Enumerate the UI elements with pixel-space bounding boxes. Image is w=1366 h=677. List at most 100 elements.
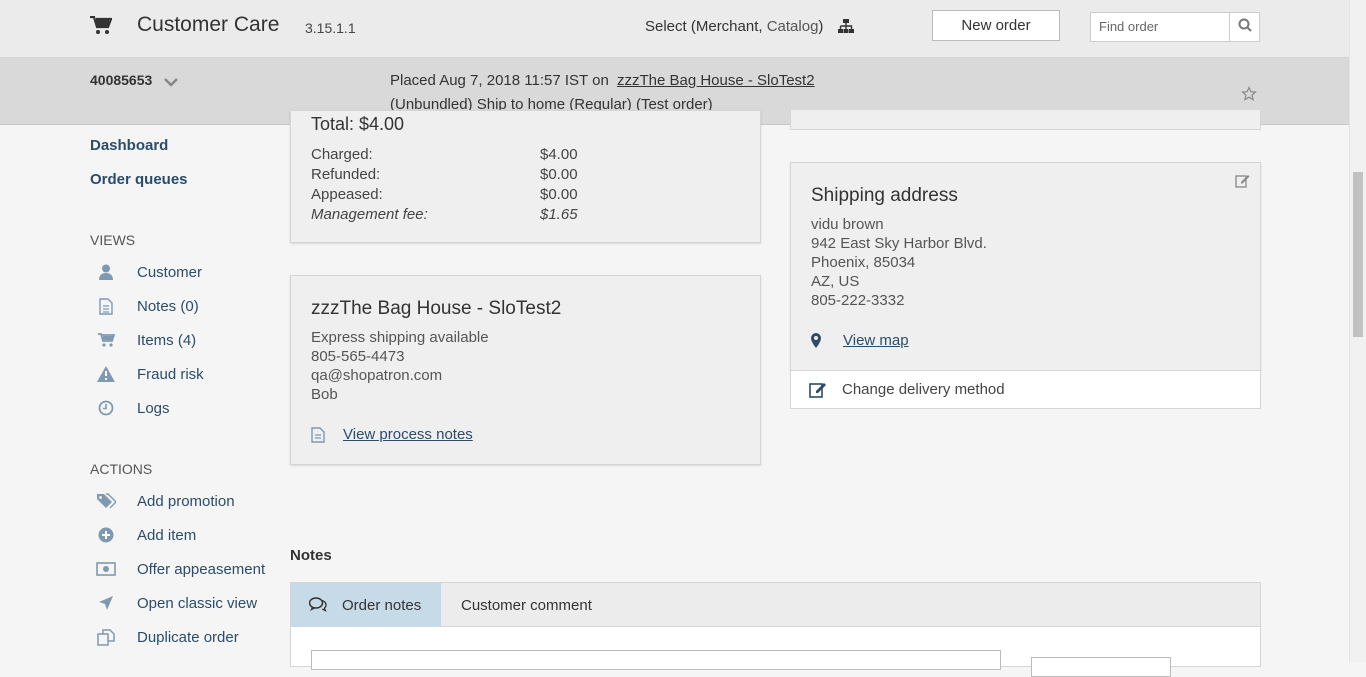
totals-value: $0.00 [540, 186, 578, 203]
select-catalog: Catalog [766, 18, 819, 35]
comments-icon [308, 597, 327, 613]
sidebar-item-fraud-risk[interactable]: Fraud risk [90, 362, 280, 386]
tab-label: Order notes [342, 596, 422, 614]
cart-icon[interactable] [90, 15, 113, 36]
shipping-title: Shipping address [811, 185, 958, 206]
sidebar-item-add-promotion[interactable]: Add promotion [90, 489, 280, 513]
note-textarea[interactable] [311, 650, 1001, 670]
money-icon [96, 560, 116, 578]
tags-icon [96, 492, 116, 510]
note-submit-button[interactable] [1031, 657, 1171, 677]
select-prefix: Select (Merchant, [645, 18, 767, 35]
views-heading: VIEWS [90, 232, 136, 248]
sidebar-item-duplicate-order[interactable]: Duplicate order [90, 625, 280, 649]
select-suffix: ) [818, 18, 824, 35]
change-delivery-label: Change delivery method [842, 381, 1005, 398]
shipping-city-zip: Phoenix, 85034 [811, 254, 916, 271]
sidebar-item-label: Duplicate order [137, 628, 239, 646]
top-bar: Customer Care 3.15.1.1 Select (Merchant,… [0, 0, 1349, 58]
view-map-link[interactable]: View map [843, 332, 909, 349]
merchant-shipping-note: Express shipping available [311, 329, 489, 346]
sidebar-item-items[interactable]: Items (4) [90, 328, 280, 352]
edit-icon[interactable] [1235, 173, 1250, 188]
tab-order-notes[interactable]: Order notes [291, 583, 441, 627]
totals-row-charged: Charged: $4.00 [311, 146, 611, 163]
sidebar-item-customer[interactable]: Customer [90, 260, 280, 284]
find-order-input[interactable]: Find order [1090, 12, 1230, 42]
sidebar-link-dashboard[interactable]: Dashboard [90, 137, 168, 154]
merchant-email: qa@shopatron.com [311, 367, 443, 384]
sidebar-link-order-queues[interactable]: Order queues [90, 171, 188, 188]
view-process-notes-link[interactable]: View process notes [343, 426, 473, 443]
clock-icon [96, 399, 116, 417]
sidebar-item-notes[interactable]: Notes (0) [90, 294, 280, 318]
document-icon [96, 297, 116, 315]
sidebar-item-open-classic-view[interactable]: Open classic view [90, 591, 280, 615]
placed-text: Placed Aug 7, 2018 11:57 IST on [390, 72, 609, 89]
hierarchy-icon[interactable] [838, 18, 854, 34]
notes-heading: Notes [290, 547, 332, 564]
actions-heading: ACTIONS [90, 461, 153, 477]
sidebar-item-logs[interactable]: Logs [90, 396, 280, 420]
sidebar-item-label: Fraud risk [137, 365, 204, 383]
warning-icon [96, 365, 116, 383]
merchant-contact: Bob [311, 386, 338, 403]
tab-customer-comment[interactable]: Customer comment [461, 583, 592, 627]
notes-body [290, 627, 1261, 677]
merchant-name: zzzThe Bag House - SloTest2 [311, 298, 562, 319]
view-process-notes-row: View process notes [311, 426, 473, 443]
sidebar-item-label: Items (4) [137, 331, 197, 349]
totals-value: $0.00 [540, 166, 578, 183]
shipping-name: vidu brown [811, 216, 884, 233]
order-placed-line: Placed Aug 7, 2018 11:57 IST on zzzThe B… [390, 72, 815, 89]
totals-row-appeased: Appeased: $0.00 [311, 186, 611, 203]
change-delivery-method-button[interactable]: Change delivery method [790, 370, 1261, 409]
totals-label: Management fee: [311, 206, 428, 223]
star-icon[interactable] [1241, 86, 1257, 102]
chevron-down-icon[interactable] [164, 74, 178, 87]
user-icon [96, 263, 116, 281]
edit-icon [809, 381, 827, 399]
totals-value: $4.00 [540, 146, 578, 163]
sidebar-item-label: Logs [137, 399, 170, 417]
sidebar-item-label: Notes (0) [137, 297, 199, 315]
paper-plane-icon [96, 594, 116, 612]
merchant-link[interactable]: zzzThe Bag House - SloTest2 [617, 72, 815, 89]
page-scrollbar[interactable] [1349, 0, 1366, 662]
merchant-phone: 805-565-4473 [311, 348, 405, 365]
totals-label: Refunded: [311, 166, 381, 183]
new-order-button[interactable]: New order [932, 10, 1060, 41]
merchant-card: zzzThe Bag House - SloTest2 Express ship… [290, 275, 761, 465]
sidebar-item-label: Offer appeasement [137, 560, 266, 578]
search-button[interactable] [1229, 12, 1260, 42]
app-version: 3.15.1.1 [305, 20, 356, 36]
sidebar-item-add-item[interactable]: Add item [90, 523, 280, 547]
notes-tabs: Order notes Customer comment [290, 582, 1261, 627]
search-icon [1238, 18, 1252, 37]
sidebar-item-label: Open classic view [137, 594, 258, 612]
order-total: Total: $4.00 [311, 114, 405, 134]
merchant-catalog-selector[interactable]: Select (Merchant, Catalog) [645, 18, 823, 35]
sidebar-item-label: Add promotion [137, 492, 235, 510]
totals-label: Appeased: [311, 186, 383, 203]
shipping-address-card: Shipping address vidu brown 942 East Sky… [790, 162, 1261, 371]
previous-card-bottom [790, 110, 1261, 130]
app-title: Customer Care [137, 13, 280, 36]
sidebar-item-offer-appeasement[interactable]: Offer appeasement [90, 557, 280, 581]
totals-value: $1.65 [540, 206, 578, 223]
totals-row-refunded: Refunded: $0.00 [311, 166, 611, 183]
order-number[interactable]: 40085653 [90, 72, 152, 88]
totals-label: Charged: [311, 146, 373, 163]
copy-icon [96, 628, 116, 646]
sidebar-item-label: Customer [137, 263, 203, 281]
view-map-row: View map [811, 332, 909, 349]
plus-circle-icon [96, 526, 116, 544]
scrollbar-thumb[interactable] [1353, 172, 1363, 337]
shipping-phone: 805-222-3332 [811, 292, 905, 309]
sidebar-item-label: Add item [137, 526, 197, 544]
cart-icon [96, 331, 116, 349]
totals-row-management-fee: Management fee: $1.65 [311, 206, 611, 223]
shipping-street: 942 East Sky Harbor Blvd. [811, 235, 987, 252]
order-totals-card: Total: $4.00 Charged: $4.00 Refunded: $0.0… [290, 110, 761, 243]
map-marker-icon [811, 332, 825, 349]
